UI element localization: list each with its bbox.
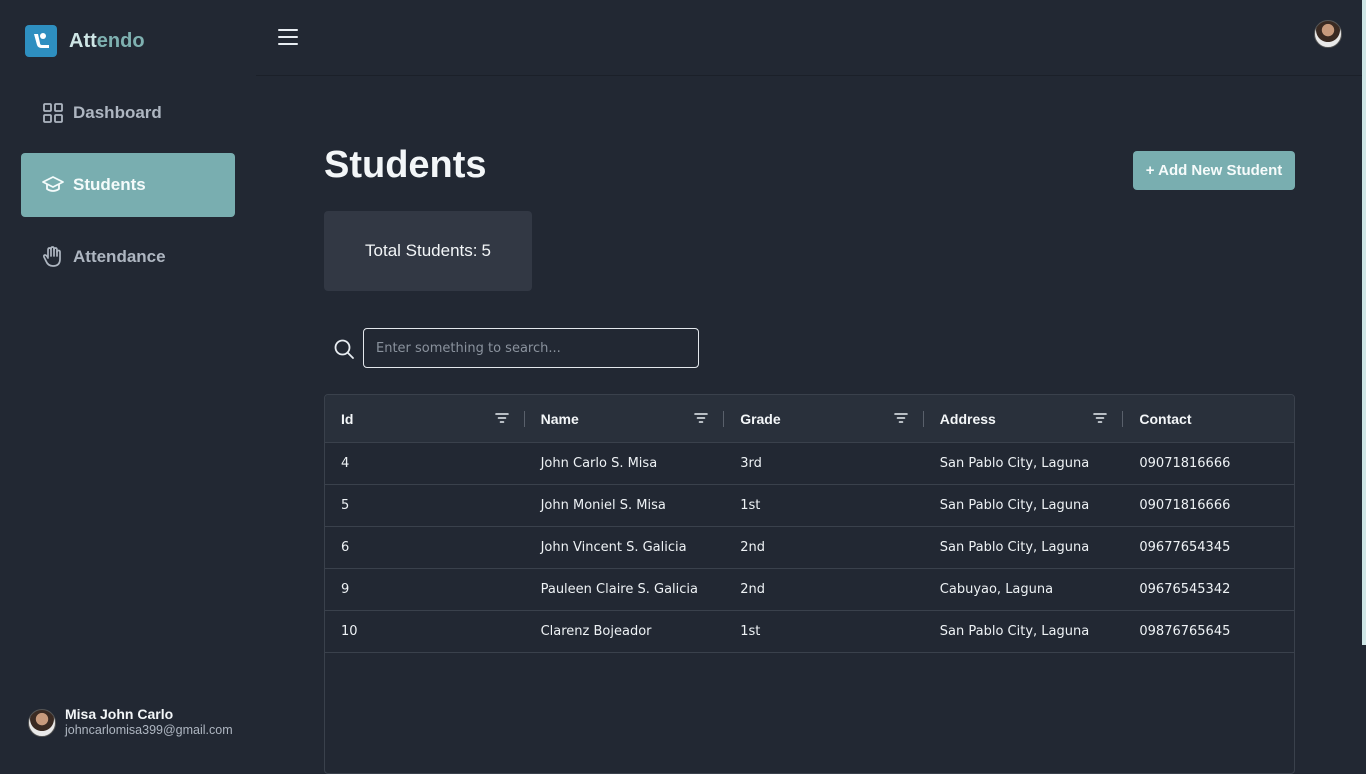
column-label: Id xyxy=(341,410,354,427)
filter-icon[interactable] xyxy=(1093,412,1108,424)
cell-grade: 1st xyxy=(740,624,761,639)
user-profile[interactable]: Misa John Carlo johncarlomisa399@gmail.c… xyxy=(28,706,233,739)
cell-id: 6 xyxy=(341,540,350,555)
cell-id: 5 xyxy=(341,498,350,513)
avatar[interactable] xyxy=(1314,20,1342,48)
attendo-logo-icon xyxy=(25,25,57,57)
filter-icon[interactable] xyxy=(893,412,908,424)
table-row[interactable]: 4 John Carlo S. Misa 3rd San Pablo City,… xyxy=(325,443,1294,485)
column-header-name[interactable]: Name xyxy=(525,395,725,442)
sidebar-item-label: Attendance xyxy=(73,247,166,266)
filter-icon[interactable] xyxy=(494,412,509,424)
graduation-cap-icon xyxy=(41,173,65,197)
cell-address: San Pablo City, Laguna xyxy=(939,456,1090,471)
cell-address: San Pablo City, Laguna xyxy=(939,498,1090,513)
cell-address: San Pablo City, Laguna xyxy=(939,624,1090,639)
column-header-grade[interactable]: Grade xyxy=(724,395,924,442)
cell-address: San Pablo City, Laguna xyxy=(939,540,1090,555)
table-row[interactable]: 6 John Vincent S. Galicia 2nd San Pablo … xyxy=(325,527,1294,569)
cell-grade: 2nd xyxy=(740,540,765,555)
table-row[interactable]: 9 Pauleen Claire S. Galicia 2nd Cabuyao,… xyxy=(325,569,1294,611)
search-input[interactable] xyxy=(363,328,699,368)
cell-name: Clarenz Bojeador xyxy=(540,624,652,639)
table-header: Id Name Grade Address Contact xyxy=(325,395,1294,443)
search-icon[interactable] xyxy=(333,338,355,360)
cell-name: John Moniel S. Misa xyxy=(540,498,666,513)
filter-icon[interactable] xyxy=(694,412,708,424)
sidebar: Attendo Dashboard Students Attendance Mi… xyxy=(0,0,256,768)
page-title: Students xyxy=(324,144,487,186)
user-name: Misa John Carlo xyxy=(65,706,174,722)
column-label: Contact xyxy=(1139,410,1192,427)
column-header-address[interactable]: Address xyxy=(924,395,1124,442)
cell-contact: 09876765645 xyxy=(1139,624,1231,639)
grid-icon xyxy=(41,101,65,125)
cell-id: 10 xyxy=(341,624,358,639)
cell-name: Pauleen Claire S. Galicia xyxy=(540,582,698,597)
sidebar-item-students[interactable]: Students xyxy=(21,153,235,217)
table-row[interactable]: 5 John Moniel S. Misa 1st San Pablo City… xyxy=(325,485,1294,527)
brand-name-part2: endo xyxy=(96,29,145,52)
menu-icon[interactable] xyxy=(278,29,298,45)
sidebar-item-dashboard[interactable]: Dashboard xyxy=(21,81,235,145)
total-students-card: Total Students: 5 xyxy=(324,211,532,291)
brand-name-part1: Att xyxy=(69,29,97,52)
sidebar-item-label: Students xyxy=(73,175,146,194)
cell-id: 4 xyxy=(341,456,350,471)
cell-grade: 3rd xyxy=(740,456,762,471)
hand-icon xyxy=(41,245,65,269)
scrollbar[interactable] xyxy=(1362,0,1366,645)
column-label: Address xyxy=(939,410,996,427)
cell-grade: 2nd xyxy=(740,582,765,597)
top-bar xyxy=(256,0,1362,76)
column-label: Name xyxy=(540,410,579,427)
cell-name: John Carlo S. Misa xyxy=(540,456,658,471)
brand[interactable]: Attendo xyxy=(25,25,145,57)
sidebar-item-attendance[interactable]: Attendance xyxy=(21,225,235,289)
cell-name: John Vincent S. Galicia xyxy=(540,540,687,555)
total-students-label: Total Students: xyxy=(365,241,478,260)
students-table: Id Name Grade Address Contact 4 John Car… xyxy=(324,394,1295,774)
avatar xyxy=(28,708,56,737)
cell-grade: 1st xyxy=(740,498,761,513)
cell-contact: 09071816666 xyxy=(1139,456,1231,471)
column-header-contact[interactable]: Contact xyxy=(1123,395,1294,442)
column-header-id[interactable]: Id xyxy=(325,395,525,442)
cell-contact: 09676545342 xyxy=(1139,582,1231,597)
brand-name: Attendo xyxy=(69,30,145,53)
cell-address: Cabuyao, Laguna xyxy=(939,582,1054,597)
cell-contact: 09071816666 xyxy=(1139,498,1231,513)
total-students-value: 5 xyxy=(481,241,491,260)
add-student-button[interactable]: + Add New Student xyxy=(1133,151,1295,190)
cell-id: 9 xyxy=(341,582,350,597)
user-email: johncarlomisa399@gmail.com xyxy=(65,723,233,737)
cell-contact: 09677654345 xyxy=(1139,540,1231,555)
column-label: Grade xyxy=(740,410,781,427)
table-row[interactable]: 10 Clarenz Bojeador 1st San Pablo City, … xyxy=(325,611,1294,653)
sidebar-item-label: Dashboard xyxy=(73,103,162,122)
user-info: Misa John Carlo johncarlomisa399@gmail.c… xyxy=(65,706,233,739)
